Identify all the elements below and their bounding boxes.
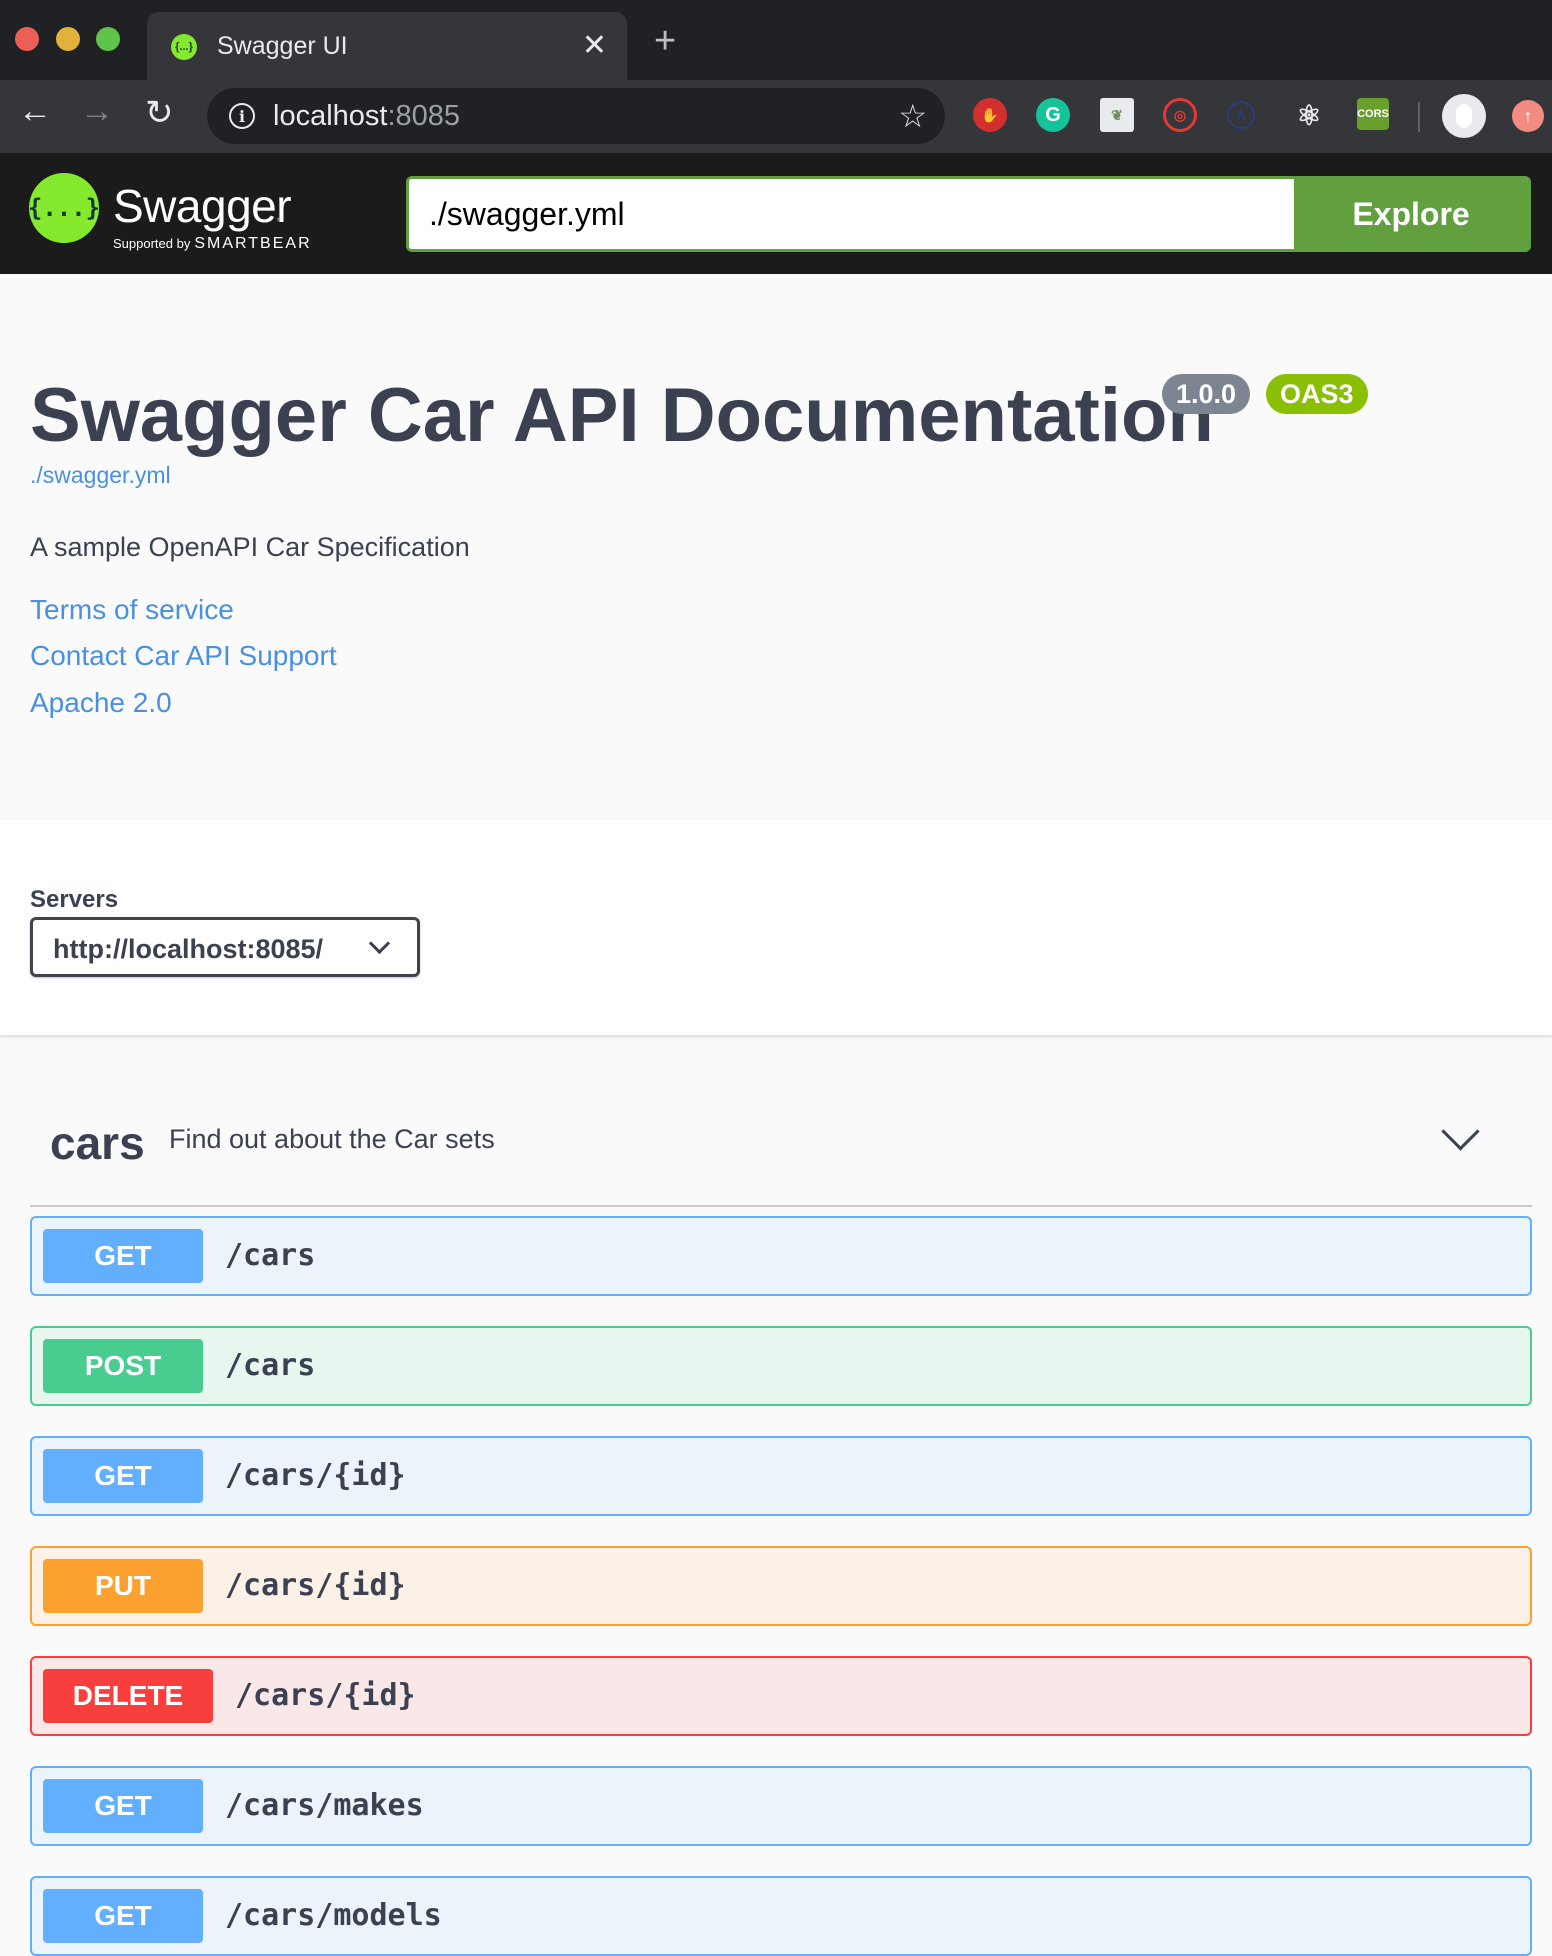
reload-icon[interactable]: ↻ <box>145 96 174 130</box>
explore-form: Explore <box>406 176 1531 252</box>
explore-button[interactable]: Explore <box>1294 179 1528 249</box>
servers-select[interactable]: http://localhost:8085/ <box>30 917 420 977</box>
terms-of-service-link[interactable]: Terms of service <box>30 594 234 626</box>
smartbear-label: SMARTBEAR <box>194 235 312 252</box>
servers-label: Servers <box>30 886 119 913</box>
opblock-get-car-makes[interactable]: GET /cars/makes <box>30 1766 1532 1846</box>
url-host: localhost <box>273 100 388 132</box>
opblock-post-cars[interactable]: POST /cars <box>30 1326 1532 1406</box>
license-link[interactable]: Apache 2.0 <box>30 687 172 719</box>
operation-path: /cars/{id} <box>225 1568 406 1603</box>
opblock-put-car-by-id[interactable]: PUT /cars/{id} <box>30 1546 1532 1626</box>
operation-path: /cars/{id} <box>225 1458 406 1493</box>
spec-url-input[interactable] <box>409 179 1314 249</box>
back-arrow-icon[interactable]: ← <box>18 94 52 128</box>
window-maximize-button[interactable] <box>96 27 120 51</box>
new-tab-button[interactable]: + <box>654 22 676 60</box>
info-section: Swagger Car API Documentation 1.0.0 OAS3… <box>0 274 1552 820</box>
operation-path: /cars/makes <box>225 1788 424 1823</box>
forward-arrow-icon[interactable]: → <box>80 94 114 128</box>
api-title: Swagger Car API Documentation <box>30 373 1214 458</box>
grammarly-extension-icon[interactable]: G <box>1036 98 1070 132</box>
swagger-logo-text[interactable]: Swagger <box>113 179 292 233</box>
adblock-extension-icon[interactable]: ✋ <box>973 98 1007 132</box>
update-arrow-icon[interactable]: ↑ <box>1512 100 1544 132</box>
method-badge: POST <box>43 1339 203 1393</box>
tag-description: Find out about the Car sets <box>169 1124 495 1154</box>
method-badge: DELETE <box>43 1669 213 1723</box>
swagger-favicon-icon: {...} <box>171 34 197 60</box>
toolbar-divider <box>1418 102 1420 132</box>
operation-path: /cars <box>225 1348 316 1383</box>
opblock-get-cars[interactable]: GET /cars <box>30 1216 1532 1296</box>
spec-url-link[interactable]: ./swagger.yml <box>30 462 171 489</box>
operation-path: /cars/models <box>225 1898 442 1933</box>
version-badge: 1.0.0 <box>1162 374 1251 414</box>
oas-badge: OAS3 <box>1266 374 1368 414</box>
profile-avatar[interactable] <box>1442 94 1486 138</box>
address-bar[interactable]: i localhost:8085 ☆ <box>207 88 945 144</box>
browser-toolbar: ← → ↻ i localhost:8085 ☆ ✋ G ❦ ◎ A ⚛ COR… <box>0 80 1552 153</box>
browser-tab[interactable]: {...} Swagger UI ✕ <box>147 12 627 80</box>
site-info-icon[interactable]: i <box>229 103 255 129</box>
contact-support-link[interactable]: Contact Car API Support <box>30 640 337 672</box>
opblock-get-car-models[interactable]: GET /cars/models <box>30 1876 1532 1956</box>
swagger-topbar: {...} Swagger ™ Supported bySMARTBEAR Ex… <box>0 153 1552 274</box>
window-minimize-button[interactable] <box>56 27 80 51</box>
api-description: A sample OpenAPI Car Specification <box>30 532 470 562</box>
window-close-button[interactable] <box>15 27 39 51</box>
operation-path: /cars <box>225 1238 316 1273</box>
opblock-delete-car-by-id[interactable]: DELETE /cars/{id} <box>30 1656 1532 1736</box>
tab-close-icon[interactable]: ✕ <box>582 28 607 63</box>
method-badge: GET <box>43 1449 203 1503</box>
url-port: :8085 <box>387 100 461 132</box>
leaf-extension-icon[interactable]: ❦ <box>1100 98 1134 132</box>
method-badge: PUT <box>43 1559 203 1613</box>
swirl-extension-icon[interactable]: ◎ <box>1163 98 1197 132</box>
servers-selected-value: http://localhost:8085/ <box>53 934 324 964</box>
bookmark-star-icon[interactable]: ☆ <box>898 97 927 135</box>
url-text[interactable]: localhost:8085 <box>273 100 460 133</box>
tag-name: cars <box>50 1117 145 1169</box>
operation-path: /cars/{id} <box>235 1678 416 1713</box>
tab-title: Swagger UI <box>217 32 348 60</box>
tag-cars-header[interactable]: cars Find out about the Car sets <box>30 1100 1532 1207</box>
method-badge: GET <box>43 1889 203 1943</box>
a-extension-icon[interactable]: A <box>1227 101 1255 129</box>
servers-section: Servers http://localhost:8085/ <box>0 820 1552 1035</box>
supported-by-label: Supported by <box>113 236 191 251</box>
collapse-chevron-icon[interactable] <box>1441 1112 1480 1151</box>
supported-by-text: Supported by SMARTBEAR <box>113 235 312 253</box>
opblock-get-car-by-id[interactable]: GET /cars/{id} <box>30 1436 1532 1516</box>
browser-tab-bar: {...} Swagger UI ✕ + <box>0 0 1552 80</box>
trademark-symbol: ™ <box>276 217 284 226</box>
method-badge: GET <box>43 1779 203 1833</box>
method-badge: GET <box>43 1229 203 1283</box>
chevron-down-icon <box>368 932 391 955</box>
swagger-logo-icon[interactable]: {...} <box>28 173 100 243</box>
react-devtools-extension-icon[interactable]: ⚛ <box>1292 98 1326 132</box>
cors-extension-icon[interactable]: CORS <box>1357 98 1389 130</box>
